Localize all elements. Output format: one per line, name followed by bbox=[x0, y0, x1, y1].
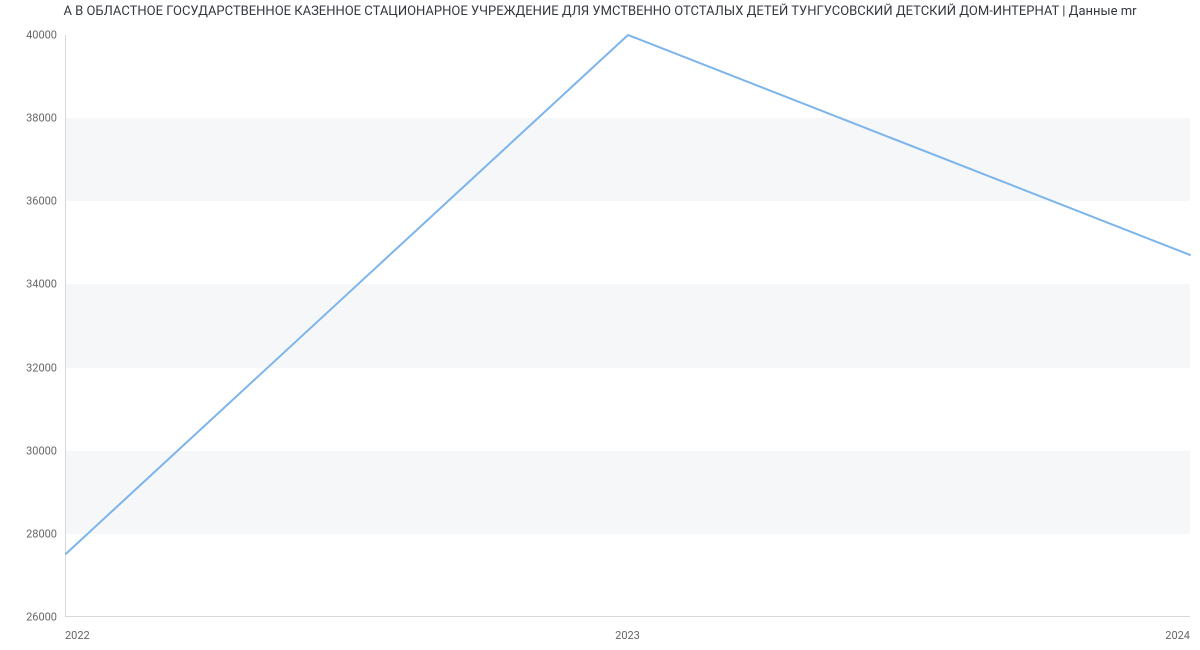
y-tick-label: 28000 bbox=[26, 527, 57, 540]
y-tick-label: 32000 bbox=[26, 361, 57, 374]
y-tick-label: 36000 bbox=[26, 195, 57, 208]
y-tick-label: 38000 bbox=[26, 112, 57, 125]
y-tick-label: 30000 bbox=[26, 444, 57, 457]
y-tick-label: 26000 bbox=[26, 611, 57, 624]
y-axis: 26000 28000 30000 32000 34000 36000 38000 40000 bbox=[0, 27, 65, 647]
x-tick-label: 2023 bbox=[615, 629, 640, 642]
y-tick-label: 34000 bbox=[26, 278, 57, 291]
x-tick-label: 2024 bbox=[1165, 629, 1190, 642]
series-path bbox=[66, 35, 1190, 554]
chart-title: А В ОБЛАСТНОЕ ГОСУДАРСТВЕННОЕ КАЗЕННОЕ С… bbox=[0, 0, 1200, 27]
chart-area: 26000 28000 30000 32000 34000 36000 38000 40000… bbox=[0, 27, 1200, 647]
x-axis: 2022 2023 2024 bbox=[65, 623, 1190, 647]
x-tick-label: 2022 bbox=[65, 629, 90, 642]
line-series bbox=[66, 35, 1190, 616]
y-tick-label: 40000 bbox=[26, 29, 57, 42]
plot-area bbox=[65, 35, 1190, 617]
